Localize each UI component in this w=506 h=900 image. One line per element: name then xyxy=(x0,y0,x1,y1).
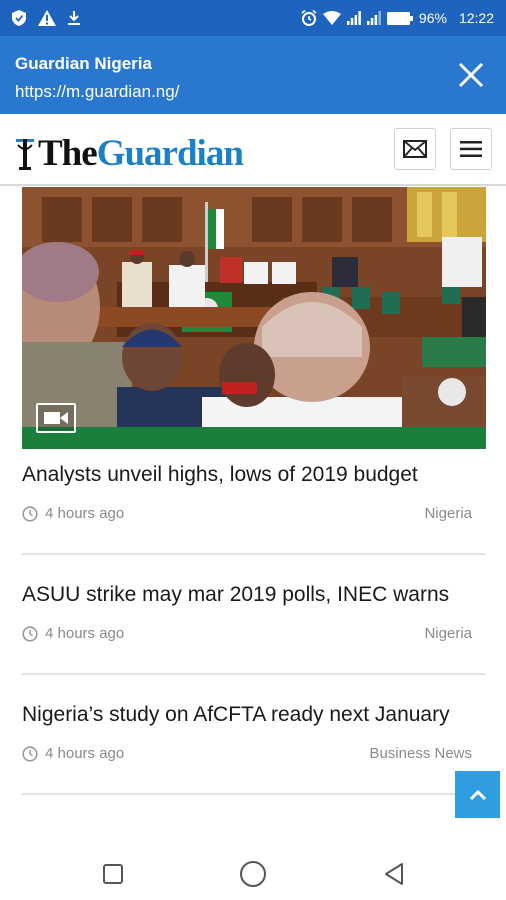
tab-url[interactable]: https://m.guardian.ng/ xyxy=(15,82,179,102)
divider xyxy=(22,673,486,675)
signal-icon xyxy=(366,11,381,25)
clock-icon xyxy=(22,505,38,522)
article-meta: 4 hours ago Business News xyxy=(22,745,486,762)
article-headline[interactable]: Nigeria’s study on AfCFTA ready next Jan… xyxy=(22,703,486,727)
article-section[interactable]: Business News xyxy=(369,745,472,762)
shield-icon xyxy=(12,10,26,26)
status-bar: 96% 12:22 xyxy=(0,0,506,36)
divider xyxy=(22,793,486,795)
logo-mark-icon xyxy=(16,138,34,170)
site-header: The Guardian xyxy=(0,114,506,186)
signal-icon xyxy=(346,11,361,25)
wifi-icon xyxy=(322,11,341,25)
article-meta: 4 hours ago Nigeria xyxy=(22,625,486,642)
back-button[interactable] xyxy=(380,860,408,888)
logo-the: The xyxy=(38,133,98,174)
article-item[interactable]: ASUU strike may mar 2019 polls, INEC war… xyxy=(22,583,486,642)
close-icon[interactable] xyxy=(454,58,488,92)
site-logo[interactable]: The Guardian xyxy=(14,132,244,175)
article-time: 4 hours ago xyxy=(45,505,125,522)
menu-button[interactable] xyxy=(450,128,492,170)
video-icon xyxy=(36,403,76,433)
article-time: 4 hours ago xyxy=(45,745,125,762)
hero-photo xyxy=(22,187,486,449)
logo-guardian: Guardian xyxy=(96,133,244,174)
chevron-up-icon xyxy=(469,789,486,800)
battery-level: 96% xyxy=(418,10,447,26)
download-icon xyxy=(68,11,80,25)
article-headline[interactable]: Analysts unveil highs, lows of 2019 budg… xyxy=(22,463,486,487)
circle-icon xyxy=(240,861,266,887)
article-section[interactable]: Nigeria xyxy=(424,505,472,522)
divider xyxy=(22,553,486,555)
article-headline[interactable]: ASUU strike may mar 2019 polls, INEC war… xyxy=(22,583,486,607)
home-button[interactable] xyxy=(239,860,267,888)
navigation-bar xyxy=(0,848,506,900)
warning-icon xyxy=(38,10,56,26)
clock-icon xyxy=(22,745,38,762)
newsletter-button[interactable] xyxy=(394,128,436,170)
article-item[interactable]: Analysts unveil highs, lows of 2019 budg… xyxy=(22,463,486,522)
clock-time: 12:22 xyxy=(458,10,494,26)
battery-icon xyxy=(386,11,413,25)
square-icon xyxy=(103,864,123,884)
mail-icon xyxy=(403,140,427,158)
article-meta: 4 hours ago Nigeria xyxy=(22,505,486,522)
scroll-to-top-button[interactable] xyxy=(455,771,500,818)
hero-image[interactable] xyxy=(22,187,486,449)
triangle-back-icon xyxy=(385,863,403,885)
article-section[interactable]: Nigeria xyxy=(424,625,472,642)
tab-title: Guardian Nigeria xyxy=(15,54,152,73)
recents-button[interactable] xyxy=(99,860,127,888)
article-time: 4 hours ago xyxy=(45,625,125,642)
alarm-icon xyxy=(301,10,317,26)
clock-icon xyxy=(22,625,38,642)
article-item[interactable]: Nigeria’s study on AfCFTA ready next Jan… xyxy=(22,703,486,762)
hamburger-menu-icon xyxy=(460,141,482,157)
custom-tab-header: Guardian Nigeria https://m.guardian.ng/ xyxy=(0,36,506,114)
